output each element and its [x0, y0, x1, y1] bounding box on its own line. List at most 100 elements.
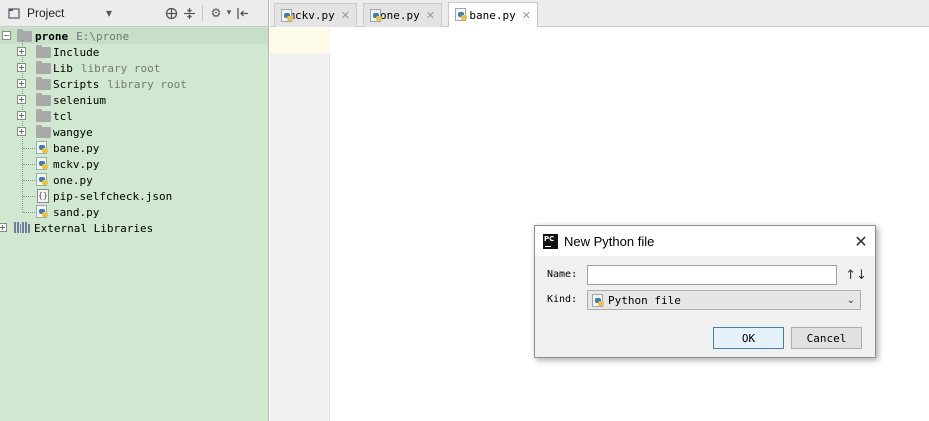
- tree-item[interactable]: + Include: [0, 44, 268, 60]
- expand-toggle-icon[interactable]: +: [17, 95, 26, 104]
- kind-label: Kind:: [547, 294, 578, 305]
- project-panel: Project ▾ ⚙ ▾ − prone E:\prone + Include + Lib…: [0, 0, 269, 421]
- tab-label: bane.py: [469, 8, 516, 22]
- item-name: selenium: [53, 93, 106, 107]
- target-icon[interactable]: [162, 4, 180, 22]
- expand-toggle-icon[interactable]: +: [17, 63, 26, 72]
- tree-item-label: sand.py: [53, 206, 99, 219]
- item-name: sand.py: [53, 205, 100, 219]
- item-name: mckv.py: [53, 157, 100, 171]
- folder-icon: [36, 61, 51, 74]
- cancel-button[interactable]: Cancel: [791, 327, 862, 349]
- ide-window: Project ▾ ⚙ ▾ − prone E:\prone + Include + Lib…: [0, 0, 929, 421]
- tree-item-label: selenium: [53, 94, 106, 107]
- python-file-icon: [592, 294, 605, 308]
- tree-item-label: pip-selfcheck.json: [53, 190, 172, 203]
- external-libraries-label: External Libraries: [34, 221, 154, 235]
- python-file-icon: [455, 8, 467, 22]
- tree-item[interactable]: bane.py: [0, 140, 268, 156]
- tree-connector: [23, 164, 35, 165]
- ok-button[interactable]: OK: [713, 327, 784, 349]
- kind-value: Python file: [608, 293, 681, 307]
- editor-gutter: [270, 28, 330, 421]
- hide-icon[interactable]: [233, 4, 251, 22]
- folder-icon: [36, 77, 51, 90]
- root-name: prone: [35, 29, 69, 43]
- item-hint: library root: [107, 77, 187, 91]
- dialog-titlebar: PC New Python file ✕: [535, 226, 875, 256]
- python-file-icon: [36, 157, 49, 171]
- item-name: pip-selfcheck.json: [53, 189, 173, 203]
- tree-external-libraries[interactable]: + External Libraries: [0, 220, 268, 236]
- name-input[interactable]: [587, 265, 837, 285]
- tree-root[interactable]: − prone E:\prone: [0, 28, 268, 44]
- folder-icon: [17, 29, 32, 42]
- toolbar-separator: [202, 5, 203, 21]
- tree-item-label: one.py: [53, 174, 93, 187]
- close-tab-icon[interactable]: ✕: [522, 9, 531, 22]
- tree-item-label: Lib library root: [53, 62, 160, 75]
- expand-toggle-icon[interactable]: +: [17, 111, 26, 120]
- project-view-label: Project: [27, 6, 65, 20]
- tree-item[interactable]: + selenium: [0, 92, 268, 108]
- expand-toggle-icon[interactable]: +: [17, 127, 26, 136]
- python-file-icon: [370, 8, 382, 23]
- python-file-icon: [281, 8, 293, 23]
- tree-item-label: mckv.py: [53, 158, 99, 171]
- editor-tab[interactable]: bane.py ✕: [448, 2, 538, 27]
- expand-toggle-icon[interactable]: +: [17, 79, 26, 88]
- tree-connector: [23, 212, 35, 213]
- tree-item[interactable]: + tcl: [0, 108, 268, 124]
- kind-select[interactable]: Python file ⌄: [587, 290, 861, 310]
- item-name: Scripts: [53, 77, 100, 91]
- dropdown-icon[interactable]: ▾: [100, 4, 118, 22]
- tree-item-label: tcl: [53, 110, 73, 123]
- project-view-icon: [5, 4, 23, 22]
- item-name: Include: [53, 45, 100, 59]
- json-file-icon: {}: [37, 189, 49, 203]
- python-file-icon: [36, 173, 49, 187]
- tree-item[interactable]: + Scripts library root: [0, 76, 268, 92]
- expand-toggle-icon[interactable]: +: [0, 223, 7, 232]
- folder-icon: [36, 93, 51, 106]
- tree-item[interactable]: + wangye: [0, 124, 268, 140]
- close-icon[interactable]: ✕: [847, 227, 875, 255]
- tree-connector: [23, 148, 35, 149]
- pycharm-logo-icon: PC: [543, 233, 558, 249]
- chevron-down-icon: ⌄: [846, 294, 856, 306]
- python-file-icon: [36, 205, 49, 219]
- editor-tab[interactable]: mckv.py ✕: [274, 3, 357, 27]
- collapse-toggle-icon[interactable]: −: [2, 31, 11, 40]
- current-line-highlight: [270, 28, 330, 53]
- folder-icon: [36, 109, 51, 122]
- editor-tab-bar: mckv.py ✕ one.py ✕ bane.py ✕: [270, 0, 929, 27]
- python-file-icon: [36, 141, 49, 155]
- collapse-icon[interactable]: [180, 4, 198, 22]
- folder-icon: [36, 125, 51, 138]
- item-name: Lib: [53, 61, 73, 75]
- expand-toggle-icon[interactable]: +: [17, 47, 26, 56]
- dialog-title: New Python file: [564, 233, 655, 249]
- tree-item[interactable]: mckv.py: [0, 156, 268, 172]
- sort-icon[interactable]: ↑↓: [845, 265, 867, 285]
- root-path: E:\prone: [76, 29, 130, 43]
- libraries-icon: [14, 222, 30, 233]
- tree-item-label: Include: [53, 46, 99, 59]
- new-python-file-dialog: PC New Python file ✕ Name: ↑↓ Kind: Pyth…: [534, 225, 876, 358]
- tree-item-label: bane.py: [53, 142, 99, 155]
- project-tree: − prone E:\prone + Include + Lib library root + S…: [0, 28, 268, 236]
- tree-item[interactable]: sand.py: [0, 204, 268, 220]
- item-name: bane.py: [53, 141, 100, 155]
- close-tab-icon[interactable]: ✕: [426, 9, 435, 22]
- folder-icon: [36, 45, 51, 58]
- name-label: Name:: [547, 269, 578, 280]
- gear-dropdown-icon[interactable]: ▾: [225, 4, 233, 22]
- item-name: one.py: [53, 173, 93, 187]
- project-view-selector[interactable]: Project ▾: [0, 0, 118, 27]
- tree-item[interactable]: {} pip-selfcheck.json: [0, 188, 268, 204]
- tree-item[interactable]: one.py: [0, 172, 268, 188]
- gear-icon[interactable]: ⚙: [207, 4, 225, 22]
- editor-tab[interactable]: one.py ✕: [363, 3, 442, 27]
- close-tab-icon[interactable]: ✕: [341, 9, 350, 22]
- tree-item[interactable]: + Lib library root: [0, 60, 268, 76]
